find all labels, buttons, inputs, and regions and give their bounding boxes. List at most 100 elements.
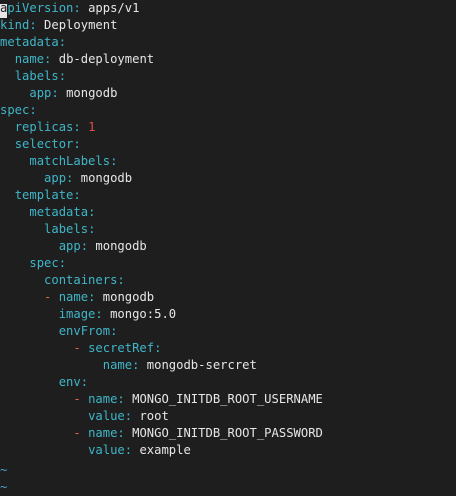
yaml-colon: : — [58, 35, 67, 49]
code-line[interactable]: containers: — [0, 272, 125, 289]
yaml-value: mongodb — [80, 171, 133, 185]
yaml-colon: : — [110, 154, 118, 168]
code-line[interactable]: - name: MONGO_INITDB_ROOT_PASSWORD — [0, 425, 323, 442]
yaml-value: MONGO_INITDB_ROOT_PASSWORD — [132, 426, 323, 440]
yaml-colon: : — [110, 324, 118, 338]
yaml-value: 1 — [88, 120, 96, 134]
code-line[interactable]: metadata: — [0, 204, 95, 221]
yaml-key: name — [58, 290, 89, 304]
code-line[interactable]: - name: mongodb — [0, 289, 154, 306]
yaml-value: mongodb — [95, 239, 147, 253]
code-line[interactable]: envFrom: — [0, 323, 118, 340]
yaml-value: example — [139, 443, 191, 457]
yaml-value: mongo:5.0 — [110, 307, 177, 321]
yaml-colon: : — [29, 18, 37, 32]
code-line[interactable]: name: db-deployment — [0, 51, 154, 68]
yaml-key: replicas — [14, 120, 74, 134]
yaml-colon: : — [29, 103, 37, 117]
yaml-key: spec — [29, 256, 59, 270]
list-dash: - — [73, 392, 89, 406]
code-line[interactable]: matchLabels: — [0, 153, 117, 170]
code-line[interactable]: app: mongodb — [0, 238, 147, 255]
code-line[interactable]: selector: — [0, 136, 81, 153]
yaml-key: app — [58, 239, 81, 253]
yaml-colon: : — [51, 86, 59, 100]
code-line[interactable]: spec: — [0, 255, 66, 272]
yaml-colon: : — [73, 120, 81, 134]
yaml-key: value — [88, 409, 125, 423]
list-dash: - — [73, 341, 89, 355]
code-line[interactable]: app: mongodb — [0, 170, 132, 187]
yaml-key: labels — [44, 222, 89, 236]
code-line[interactable]: value: root — [0, 408, 169, 425]
code-line[interactable]: replicas: 1 — [0, 119, 96, 136]
yaml-value: Deployment — [44, 18, 118, 32]
yaml-key: labels — [14, 69, 59, 83]
yaml-colon: : — [117, 392, 125, 406]
yaml-key: name — [102, 358, 133, 372]
yaml-value: mongodb-sercret — [146, 358, 257, 372]
code-line[interactable]: labels: — [0, 221, 95, 238]
code-line[interactable]: - secretRef: — [0, 340, 161, 357]
yaml-key: app — [29, 86, 52, 100]
yaml-colon: : — [117, 273, 125, 287]
yaml-colon: : — [73, 188, 81, 202]
code-line[interactable]: image: mongo:5.0 — [0, 306, 176, 323]
yaml-colon: : — [124, 409, 133, 423]
yaml-key: secretRef — [88, 341, 155, 355]
code-line[interactable]: template: — [0, 187, 81, 204]
yaml-key: kind — [0, 18, 30, 32]
yaml-colon: : — [117, 426, 125, 440]
yaml-key: metadata — [29, 205, 89, 219]
code-line[interactable]: name: mongodb-sercret — [0, 357, 257, 374]
code-line[interactable]: apiVersion: apps/v1 — [0, 0, 140, 18]
yaml-value: root — [139, 409, 169, 423]
code-line[interactable]: app: mongodb — [0, 85, 117, 102]
yaml-key: name — [88, 426, 118, 440]
empty-line-tilde: ~ — [0, 463, 8, 477]
yaml-key: template — [14, 188, 74, 202]
yaml-colon: : — [88, 205, 96, 219]
yaml-key: apiVersion — [0, 1, 73, 18]
yaml-key: name — [88, 392, 118, 406]
list-dash: - — [73, 426, 89, 440]
yaml-value: apps/v1 — [88, 1, 140, 15]
code-line[interactable]: labels: — [0, 68, 66, 85]
code-line[interactable]: kind: Deployment — [0, 17, 117, 34]
text-editor[interactable]: apiVersion: apps/v1 kind: Deployment metad… — [0, 0, 456, 494]
yaml-key: value — [88, 443, 125, 457]
yaml-colon: : — [80, 239, 89, 253]
code-line[interactable]: - name: MONGO_INITDB_ROOT_USERNAME — [0, 391, 323, 408]
yaml-colon: : — [58, 69, 67, 83]
code-line[interactable]: value: example — [0, 442, 191, 459]
code-line[interactable]: env: — [0, 374, 88, 391]
code-line[interactable]: spec: — [0, 102, 37, 119]
code-line[interactable]: metadata: — [0, 34, 66, 51]
yaml-key: selector — [14, 137, 74, 151]
